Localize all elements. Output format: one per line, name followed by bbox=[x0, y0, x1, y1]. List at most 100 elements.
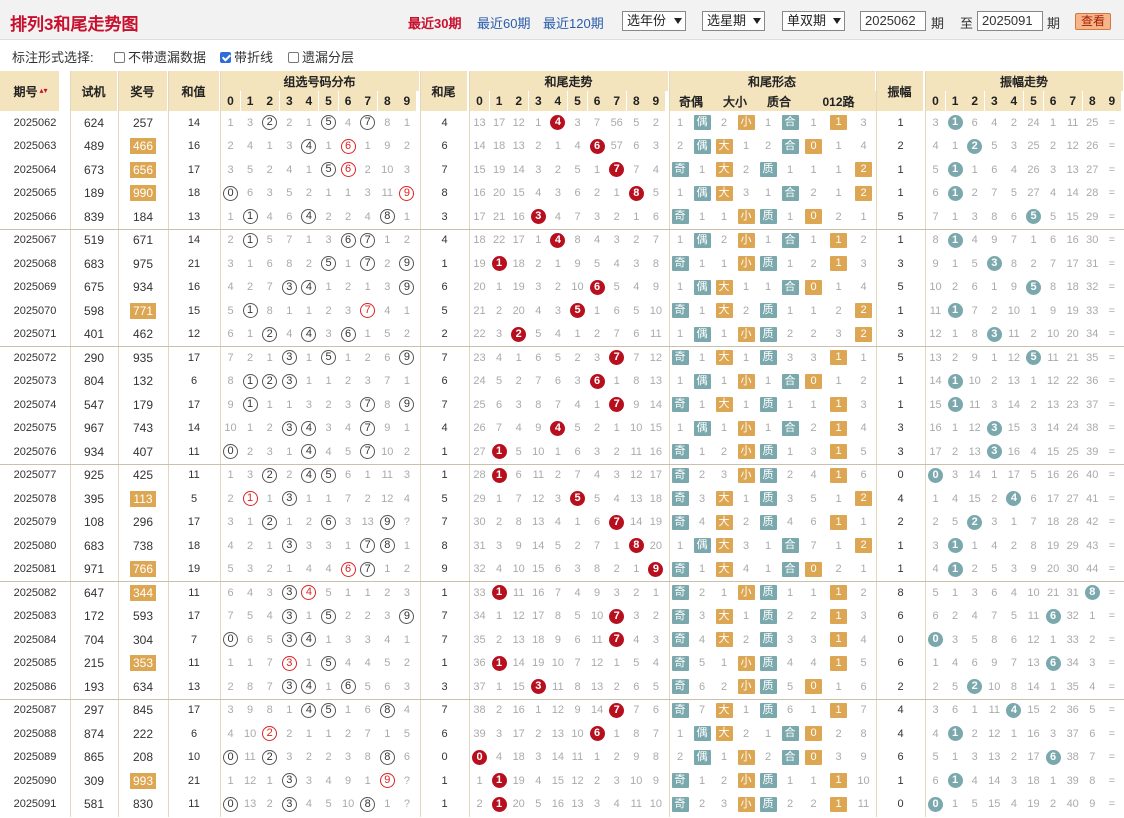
dist-cell: 7 bbox=[260, 675, 279, 699]
route-012-cell: 1 bbox=[826, 793, 851, 817]
amp-trend-cell: 4 bbox=[926, 558, 945, 582]
value-mark: 3 bbox=[281, 585, 297, 601]
value-mark: 41 bbox=[1086, 492, 1099, 505]
value-mark: 23 bbox=[473, 351, 486, 364]
route-012-cell: 5 bbox=[851, 440, 876, 464]
value-mark: 7 bbox=[360, 561, 376, 577]
value-mark: 2 bbox=[967, 679, 983, 695]
value-mark: 7 bbox=[266, 657, 273, 670]
value-mark: 4 bbox=[286, 328, 293, 341]
dist-cell: 1 bbox=[221, 205, 240, 229]
dist-cell: 5 bbox=[319, 464, 338, 488]
tail-trend-cell: 28 bbox=[470, 464, 489, 488]
prize-number: 766 bbox=[129, 561, 157, 578]
header-issue[interactable]: 期号 ▴▾ bbox=[0, 71, 60, 111]
dist-cell: 2 bbox=[397, 558, 416, 582]
tail-trend-cell: 2 bbox=[470, 793, 489, 817]
checkbox-icon[interactable] bbox=[114, 52, 125, 63]
dist-cell: 1 bbox=[280, 440, 299, 464]
prize-number: 593 bbox=[132, 609, 154, 624]
odd-even-cell: 1 bbox=[669, 370, 691, 394]
prime-composite-cell: 4 bbox=[779, 511, 801, 535]
options-bar: 标注形式选择: 不带遗漏数据 带折线 遗漏分层 bbox=[0, 41, 1124, 71]
value-mark: 6 bbox=[340, 326, 356, 342]
big-small-cell: 大 bbox=[713, 722, 735, 746]
value-mark: 7 bbox=[360, 538, 376, 554]
value-mark: 11 bbox=[552, 680, 564, 693]
amp-trend-cell: 8 bbox=[926, 229, 945, 253]
dist-cell: 1 bbox=[397, 628, 416, 652]
weekday-select[interactable]: 选星期 bbox=[702, 11, 765, 31]
tail-trend-cell: 6 bbox=[588, 276, 607, 300]
value-mark: 3 bbox=[515, 398, 522, 411]
trial-cell: 547 bbox=[83, 397, 105, 412]
prime-composite-cell: 1 bbox=[757, 229, 779, 253]
value-mark: 14 bbox=[590, 704, 604, 717]
dist-cell: 4 bbox=[339, 652, 358, 676]
tail-trend-cell: 4 bbox=[588, 464, 607, 488]
prize-cell: 466 bbox=[118, 135, 168, 159]
view-button[interactable]: 查看 bbox=[1075, 13, 1111, 30]
amp-trend-cell: 13 bbox=[965, 440, 984, 464]
amp-cell: 2 bbox=[897, 140, 904, 153]
prize-number: 344 bbox=[129, 584, 157, 601]
value-mark: 5 bbox=[286, 187, 293, 200]
sort-icon[interactable]: ▴▾ bbox=[40, 87, 48, 95]
amp-trend-cell: 21 bbox=[1063, 346, 1082, 370]
value-mark: 8 bbox=[932, 234, 939, 247]
shape-mark: 1 bbox=[676, 234, 684, 247]
tail-trend-cell: 1 bbox=[490, 793, 509, 817]
tail-cell: 5 bbox=[441, 304, 448, 317]
prime-composite-cell: 4 bbox=[779, 652, 801, 676]
shape-mark: 1 bbox=[676, 727, 684, 740]
tail-trend-cell: 1 bbox=[490, 652, 509, 676]
dist-cell: 6 bbox=[378, 346, 397, 370]
recent-60-link[interactable]: 最近60期 bbox=[477, 13, 530, 32]
tail-trend-cell: 19 bbox=[646, 511, 665, 535]
route-012-cell: 5 bbox=[851, 652, 876, 676]
shape-mark: 合 bbox=[781, 185, 799, 201]
shape-mark: 质 bbox=[759, 655, 777, 671]
shape-mark: 质 bbox=[759, 796, 777, 812]
amp-trend-cell: 5 bbox=[985, 135, 1004, 159]
recent-30-link[interactable]: 最近30期 bbox=[408, 13, 461, 32]
value-mark: 1 bbox=[613, 727, 620, 740]
value-mark: 4 bbox=[574, 140, 581, 153]
value-mark: 1 bbox=[947, 561, 963, 577]
route-012-cell: 2 bbox=[851, 534, 876, 558]
value-mark: 4 bbox=[1050, 187, 1057, 200]
year-select[interactable]: 选年份 bbox=[622, 11, 686, 31]
value-mark: 1 bbox=[476, 774, 483, 787]
value-mark: 21 bbox=[473, 304, 486, 317]
dist-cell: 1 bbox=[221, 769, 240, 793]
value-mark: 9 bbox=[535, 422, 542, 435]
dist-cell: 5 bbox=[378, 323, 397, 347]
odd-even-select[interactable]: 单双期 bbox=[782, 11, 845, 31]
value-mark: 3 bbox=[952, 469, 959, 482]
amp-trend-cell: 28 bbox=[1083, 182, 1102, 206]
value-mark: 1 bbox=[305, 304, 312, 317]
amp-trend-cell: 3 bbox=[926, 534, 945, 558]
value-mark: 4 bbox=[613, 798, 620, 811]
option-layered-missing[interactable]: 遗漏分层 bbox=[288, 47, 354, 66]
recent-120-link[interactable]: 最近120期 bbox=[543, 13, 604, 32]
to-issue-input[interactable]: 2025091 bbox=[977, 11, 1043, 31]
value-mark: 1 bbox=[286, 304, 293, 317]
big-small-cell: 2 bbox=[713, 675, 735, 699]
from-issue-input[interactable]: 2025062 bbox=[860, 11, 926, 31]
checkbox-icon[interactable] bbox=[288, 52, 299, 63]
shape-mark: 5 bbox=[786, 680, 794, 693]
shape-mark: 4 bbox=[860, 422, 867, 435]
amp-trend-cell: 3 bbox=[985, 393, 1004, 417]
option-with-line[interactable]: 带折线 bbox=[220, 47, 273, 66]
amp-trend-cell: 8 bbox=[1044, 276, 1063, 300]
option-no-missing[interactable]: 不带遗漏数据 bbox=[114, 47, 206, 66]
value-mark: 0 bbox=[928, 796, 943, 812]
checkbox-checked-icon[interactable] bbox=[220, 52, 231, 63]
route-012-cell: 4 bbox=[801, 464, 826, 488]
tail-trend-cell: 2 bbox=[490, 299, 509, 323]
prime-composite-cell: 合 bbox=[779, 111, 801, 135]
value-mark: 6 bbox=[286, 210, 293, 223]
shape-mark: 小 bbox=[737, 256, 755, 272]
prize-number: 179 bbox=[132, 397, 154, 412]
